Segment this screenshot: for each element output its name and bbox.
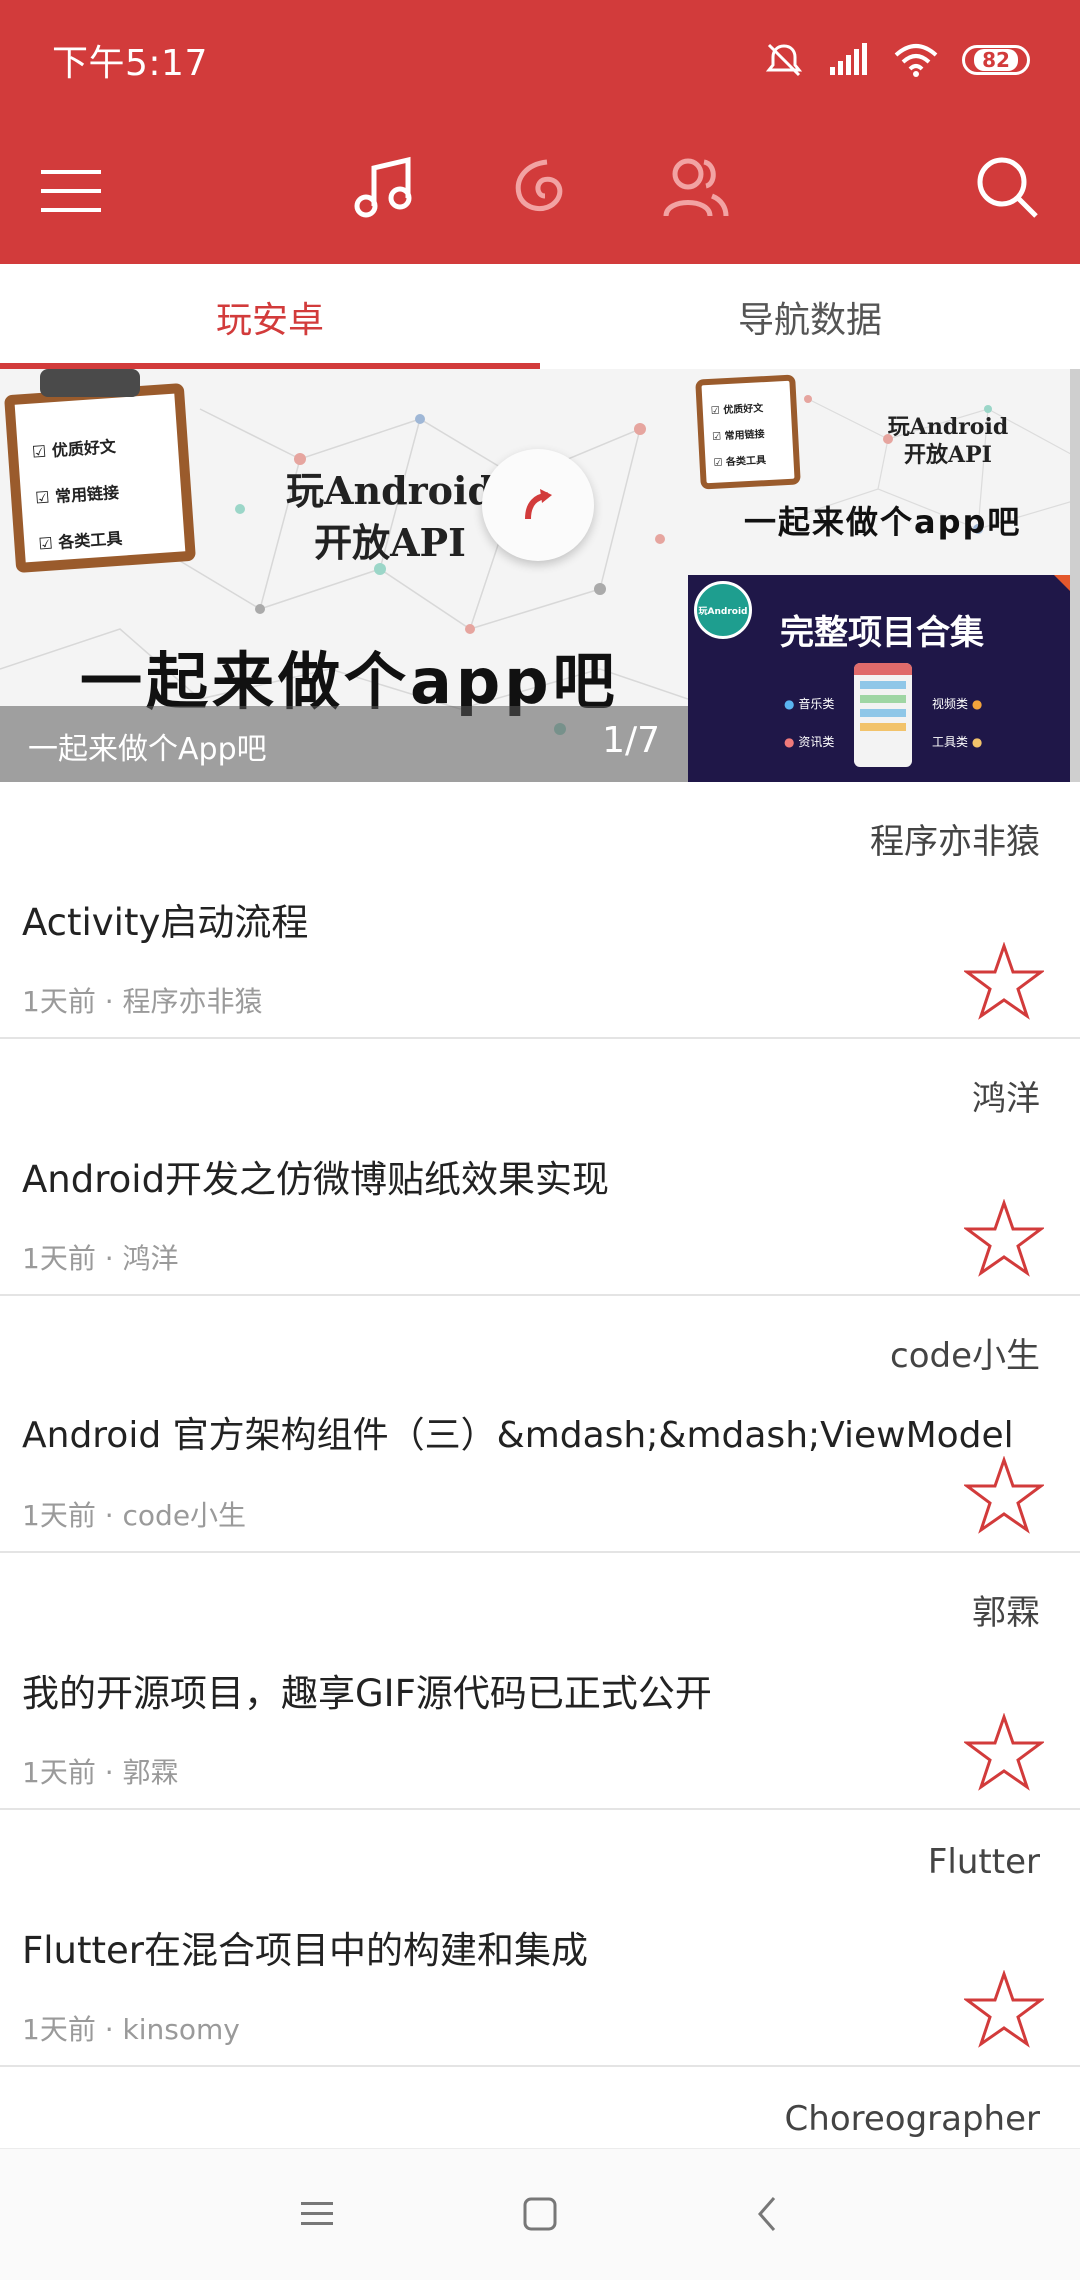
signal-icon bbox=[830, 43, 867, 75]
banner-title-line: 玩Android bbox=[887, 414, 1009, 440]
article-item[interactable]: code小生 Android 官方架构组件（三）&mdash;&mdash;Vi… bbox=[0, 1296, 1080, 1553]
status-bar: 下午5:17 82 bbox=[0, 0, 1080, 118]
checklist-item: 各类工具 bbox=[725, 455, 767, 469]
article-chapter: 郭霖 bbox=[972, 1593, 1040, 1633]
badge-label: 玩Android bbox=[698, 606, 748, 617]
phone-illustration bbox=[854, 663, 912, 767]
article-meta: 1天前 · code小生 bbox=[22, 1499, 247, 1532]
banner-slogan: 一起来做个app吧 bbox=[744, 503, 1022, 541]
menu-icon bbox=[41, 170, 101, 212]
banner-title: 玩Android 开放API bbox=[280, 465, 500, 569]
article-item[interactable]: 程序亦非猿 Activity启动流程 1天前 · 程序亦非猿 bbox=[0, 782, 1080, 1039]
article-meta: 1天前 · kinsomy bbox=[22, 2013, 240, 2046]
app-bar: 下午5:17 82 bbox=[0, 0, 1080, 264]
article-chapter: 鸿洋 bbox=[972, 1079, 1040, 1119]
star-icon[interactable] bbox=[964, 1970, 1044, 2050]
recent-apps-button[interactable] bbox=[282, 2179, 352, 2249]
article-item[interactable]: Flutter Flutter在混合项目中的构建和集成 1天前 · kinsom… bbox=[0, 1810, 1080, 2067]
clipboard-list: ☑ 优质好文 ☑ 常用链接 ☑ 各类工具 bbox=[710, 403, 767, 469]
article-chapter: 程序亦非猿 bbox=[870, 822, 1040, 862]
category-label: ● 音乐类 bbox=[784, 697, 835, 711]
banner-title-line: 开放API bbox=[904, 442, 992, 468]
article-meta: 1天前 · 鸿洋 bbox=[22, 1242, 179, 1275]
banner-title-line: 玩Android bbox=[285, 468, 495, 513]
battery-level: 82 bbox=[974, 49, 1018, 71]
banner-carousel[interactable]: ☑ 优质好文 ☑ 常用链接 ☑ 各类工具 玩Android 开放API 一起来做… bbox=[0, 369, 1080, 782]
banner-slide-preview-top[interactable]: ☑ 优质好文 ☑ 常用链接 ☑ 各类工具 玩Android 开放API 一起来做… bbox=[688, 369, 1080, 575]
arrow-curve-icon bbox=[525, 489, 552, 520]
article-title: Flutter在混合项目中的构建和集成 bbox=[22, 1929, 589, 1972]
friends-icon bbox=[663, 158, 729, 217]
article-list: 程序亦非猿 Activity启动流程 1天前 · 程序亦非猿 鸿洋 Androi… bbox=[0, 782, 1080, 2280]
menu-lines-icon bbox=[301, 2202, 333, 2225]
star-icon[interactable] bbox=[964, 1456, 1044, 1536]
category-text: 资讯类 bbox=[798, 735, 835, 749]
article-title: Android开发之仿微博贴纸效果实现 bbox=[22, 1158, 610, 1201]
star-icon[interactable] bbox=[964, 942, 1044, 1022]
discover-tab-button[interactable] bbox=[495, 142, 585, 232]
article-title: 我的开源项目，趣享GIF源代码已正式公开 bbox=[22, 1672, 712, 1715]
clipboard-list: ☑ 优质好文 ☑ 常用链接 ☑ 各类工具 bbox=[31, 436, 123, 554]
checklist-item: 常用链接 bbox=[724, 429, 765, 443]
music-tab-button[interactable] bbox=[340, 142, 430, 232]
article-meta: 1天前 · 郭霖 bbox=[22, 1756, 179, 1789]
article-item[interactable]: 郭霖 我的开源项目，趣享GIF源代码已正式公开 1天前 · 郭霖 bbox=[0, 1553, 1080, 1810]
tab-label: 导航数据 bbox=[737, 299, 882, 341]
article-chapter: code小生 bbox=[890, 1336, 1040, 1376]
banner-title: 玩Android 开放API bbox=[848, 413, 1048, 469]
battery-indicator: 82 bbox=[962, 45, 1030, 75]
article-title: Activity启动流程 bbox=[22, 901, 309, 944]
status-time: 下午5:17 bbox=[52, 43, 208, 84]
clipboard-image: ☑ 优质好文 ☑ 常用链接 ☑ 各类工具 bbox=[4, 382, 196, 574]
netease-icon bbox=[515, 159, 563, 211]
star-icon[interactable] bbox=[964, 1199, 1044, 1279]
article-chapter: Choreographer bbox=[784, 2099, 1040, 2139]
status-icons: 82 bbox=[764, 36, 1030, 84]
friends-tab-button[interactable] bbox=[650, 142, 740, 232]
checklist-item: 优质好文 bbox=[723, 403, 764, 417]
banner-slide-main[interactable]: ☑ 优质好文 ☑ 常用链接 ☑ 各类工具 玩Android 开放API 一起来做… bbox=[0, 369, 688, 782]
category-label: 工具类 ● bbox=[932, 735, 983, 749]
article-item[interactable]: 鸿洋 Android开发之仿微博贴纸效果实现 1天前 · 鸿洋 bbox=[0, 1039, 1080, 1296]
checklist-item: 常用链接 bbox=[54, 482, 120, 507]
star-icon[interactable] bbox=[964, 1713, 1044, 1793]
checklist-item: 各类工具 bbox=[57, 528, 123, 553]
clipboard-clip bbox=[40, 369, 140, 397]
chevron-left-icon bbox=[758, 2197, 776, 2231]
checklist-item: 优质好文 bbox=[51, 436, 117, 461]
wifi-icon bbox=[894, 44, 938, 77]
category-label: ● 资讯类 bbox=[784, 735, 835, 749]
home-button[interactable] bbox=[505, 2179, 575, 2249]
menu-button[interactable] bbox=[26, 146, 116, 236]
back-button[interactable] bbox=[732, 2179, 802, 2249]
tab-wan-android[interactable]: 玩安卓 bbox=[0, 264, 540, 369]
category-text: 工具类 bbox=[932, 735, 969, 749]
mute-icon bbox=[765, 43, 803, 77]
category-text: 视频类 bbox=[932, 697, 969, 711]
collection-title: 完整项目合集 bbox=[780, 613, 984, 653]
article-chapter: Flutter bbox=[927, 1842, 1040, 1882]
category-tabs: 玩安卓 导航数据 bbox=[0, 264, 1080, 369]
banner-slide-preview-bottom[interactable]: 玩Android 完整项目合集 ● 音乐类 ● 资讯类 视频类 ● 工具类 ● bbox=[688, 575, 1080, 782]
clipboard-image: ☑ 优质好文 ☑ 常用链接 ☑ 各类工具 bbox=[695, 374, 801, 490]
article-title: Android 官方架构组件（三）&mdash;&mdash;ViewModel bbox=[22, 1415, 1014, 1456]
banner-index: 1/7 bbox=[602, 720, 660, 761]
banner-caption: 一起来做个App吧 bbox=[28, 732, 267, 767]
search-icon bbox=[977, 157, 1038, 218]
category-text: 音乐类 bbox=[798, 697, 835, 711]
music-note-icon bbox=[354, 156, 412, 218]
tab-label: 玩安卓 bbox=[215, 299, 324, 341]
search-button[interactable] bbox=[962, 142, 1052, 232]
tab-navigation-data[interactable]: 导航数据 bbox=[540, 264, 1080, 369]
banner-title-line: 开放API bbox=[314, 520, 466, 565]
article-meta: 1天前 · 程序亦非猿 bbox=[22, 985, 263, 1018]
square-icon bbox=[523, 2197, 557, 2231]
system-nav-bar bbox=[0, 2148, 1080, 2280]
banner-caption-bar: 一起来做个App吧 1/7 bbox=[0, 706, 688, 782]
refresh-float-button[interactable] bbox=[482, 449, 594, 561]
android-badge: 玩Android bbox=[694, 581, 752, 639]
toolbar bbox=[0, 118, 1080, 264]
category-label: 视频类 ● bbox=[932, 697, 983, 711]
